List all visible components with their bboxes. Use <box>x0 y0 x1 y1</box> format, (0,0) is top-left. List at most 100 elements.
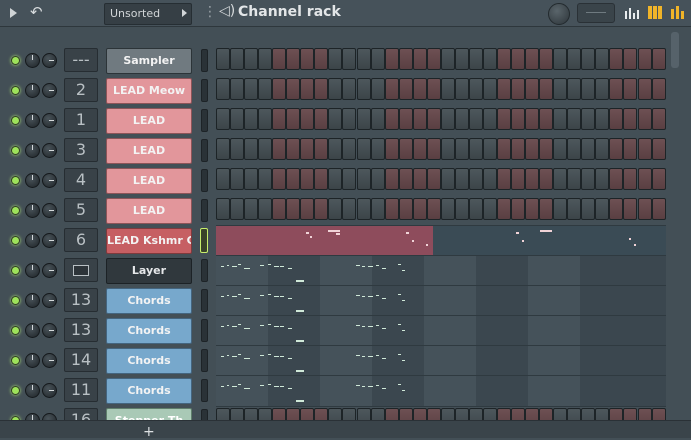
channel-select-toggle[interactable] <box>201 259 208 282</box>
step-button[interactable] <box>609 138 624 160</box>
step-button[interactable] <box>651 48 666 70</box>
volume-knob[interactable] <box>25 53 40 68</box>
step-button[interactable] <box>482 108 497 130</box>
step-button[interactable] <box>525 48 540 70</box>
step-button[interactable] <box>595 168 610 190</box>
step-button[interactable] <box>272 138 287 160</box>
volume-knob[interactable] <box>25 263 40 278</box>
step-button[interactable] <box>609 78 624 100</box>
channel-mute-led[interactable] <box>11 86 20 95</box>
step-button[interactable] <box>272 198 287 220</box>
channel-name-button[interactable]: LEAD <box>106 108 192 134</box>
step-button[interactable] <box>553 108 568 130</box>
step-button[interactable] <box>328 108 343 130</box>
step-button[interactable] <box>314 198 329 220</box>
mini-piano-roll[interactable] <box>216 345 666 377</box>
step-button[interactable] <box>539 78 554 100</box>
mini-piano-roll[interactable] <box>216 375 666 407</box>
step-button[interactable] <box>511 198 526 220</box>
step-button[interactable] <box>567 48 582 70</box>
step-button[interactable] <box>412 168 427 190</box>
step-button[interactable] <box>637 168 652 190</box>
step-button[interactable] <box>384 78 399 100</box>
step-button[interactable] <box>286 48 301 70</box>
step-button[interactable] <box>454 138 469 160</box>
step-button[interactable] <box>426 78 441 100</box>
step-button[interactable] <box>342 108 357 130</box>
step-button[interactable] <box>370 138 385 160</box>
channel-select-toggle[interactable] <box>201 169 208 192</box>
step-button[interactable] <box>525 108 540 130</box>
channel-select-toggle[interactable] <box>201 79 208 102</box>
step-button[interactable] <box>609 48 624 70</box>
mixer-track-number[interactable] <box>64 258 98 282</box>
step-button[interactable] <box>356 78 371 100</box>
pan-knob[interactable] <box>42 203 57 218</box>
step-button[interactable] <box>553 48 568 70</box>
channel-mute-led[interactable] <box>11 116 20 125</box>
step-button[interactable] <box>300 78 315 100</box>
step-button[interactable] <box>482 48 497 70</box>
step-button[interactable] <box>216 108 230 130</box>
step-button[interactable] <box>651 78 666 100</box>
swing-slider[interactable] <box>577 3 615 23</box>
step-button[interactable] <box>230 168 245 190</box>
step-button[interactable] <box>468 198 483 220</box>
step-button[interactable] <box>482 138 497 160</box>
step-button[interactable] <box>567 108 582 130</box>
step-button[interactable] <box>258 108 273 130</box>
step-button[interactable] <box>525 138 540 160</box>
step-button[interactable] <box>426 108 441 130</box>
step-button[interactable] <box>244 48 259 70</box>
step-button[interactable] <box>370 78 385 100</box>
step-button[interactable] <box>398 78 413 100</box>
step-button[interactable] <box>244 198 259 220</box>
channel-mute-led[interactable] <box>11 386 20 395</box>
pan-knob[interactable] <box>42 353 57 368</box>
step-button[interactable] <box>342 198 357 220</box>
step-button[interactable] <box>497 138 511 160</box>
step-button[interactable] <box>356 168 371 190</box>
pan-knob[interactable] <box>42 143 57 158</box>
volume-knob[interactable] <box>25 353 40 368</box>
step-button[interactable] <box>637 198 652 220</box>
step-button[interactable] <box>482 168 497 190</box>
step-button[interactable] <box>398 108 413 130</box>
volume-knob[interactable] <box>25 113 40 128</box>
step-button[interactable] <box>454 108 469 130</box>
options-dots-icon[interactable]: ⋮ <box>203 4 217 20</box>
step-button[interactable] <box>651 168 666 190</box>
volume-knob[interactable] <box>25 203 40 218</box>
channel-name-button[interactable]: LEAD Kshmr Call <box>106 228 192 254</box>
channel-name-button[interactable]: LEAD Meow <box>106 78 192 104</box>
mixer-track-number[interactable]: 14 <box>64 348 98 372</box>
mixer-track-number[interactable]: 13 <box>64 318 98 342</box>
step-button[interactable] <box>286 168 301 190</box>
step-button[interactable] <box>384 198 399 220</box>
step-button[interactable] <box>497 78 511 100</box>
step-button[interactable] <box>300 108 315 130</box>
step-button[interactable] <box>440 168 455 190</box>
step-button[interactable] <box>595 108 610 130</box>
swing-knob-icon[interactable] <box>548 3 570 25</box>
step-button[interactable] <box>286 108 301 130</box>
step-button[interactable] <box>412 48 427 70</box>
step-button[interactable] <box>539 138 554 160</box>
step-button[interactable] <box>609 168 624 190</box>
channel-select-toggle[interactable] <box>201 49 208 72</box>
step-button[interactable] <box>468 108 483 130</box>
pan-knob[interactable] <box>42 53 57 68</box>
step-button[interactable] <box>272 168 287 190</box>
channel-select-toggle[interactable] <box>201 349 208 372</box>
step-button[interactable] <box>525 78 540 100</box>
step-button[interactable] <box>342 78 357 100</box>
channel-mute-led[interactable] <box>11 146 20 155</box>
step-button[interactable] <box>651 198 666 220</box>
step-button[interactable] <box>370 168 385 190</box>
step-button[interactable] <box>426 168 441 190</box>
step-button[interactable] <box>539 108 554 130</box>
step-button[interactable] <box>314 168 329 190</box>
step-button[interactable] <box>609 108 624 130</box>
step-button[interactable] <box>384 108 399 130</box>
channel-select-toggle[interactable] <box>201 289 208 312</box>
